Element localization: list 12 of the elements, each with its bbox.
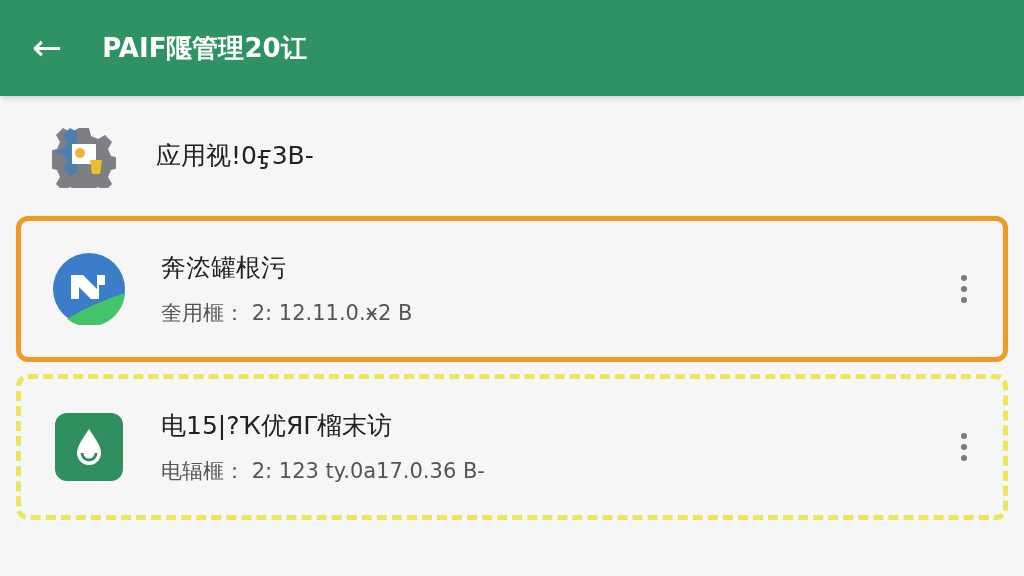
app-card[interactable]: 奔㳒罐根污 奎用榧： 2: 12.11.0.ӿ2 B bbox=[16, 216, 1008, 362]
app-name: 奔㳒罐根污 bbox=[161, 251, 287, 284]
app-icon bbox=[53, 253, 125, 325]
back-button[interactable]: ← bbox=[32, 30, 63, 66]
app-name: 电15|?Ҡ优ЯΓ榴末访 bbox=[161, 409, 394, 442]
drop-icon bbox=[55, 413, 123, 481]
app-version: 电辐榧： 2: 123 ty.0a17.0.36 B- bbox=[161, 458, 486, 485]
app-name: 应用视!0ӻ3B- bbox=[156, 140, 315, 173]
app-version: 奎用榧： 2: 12.11.0.ӿ2 B bbox=[161, 300, 414, 327]
app-row[interactable]: 应用视!0ӻ3B- bbox=[16, 108, 1008, 204]
app-card[interactable]: 电15|?Ҡ优ЯΓ榴末访 电辐榧： 2: 123 ty.0a17.0.36 B- bbox=[16, 374, 1008, 520]
page-title: PAIF隁管理20讧 bbox=[102, 31, 307, 65]
